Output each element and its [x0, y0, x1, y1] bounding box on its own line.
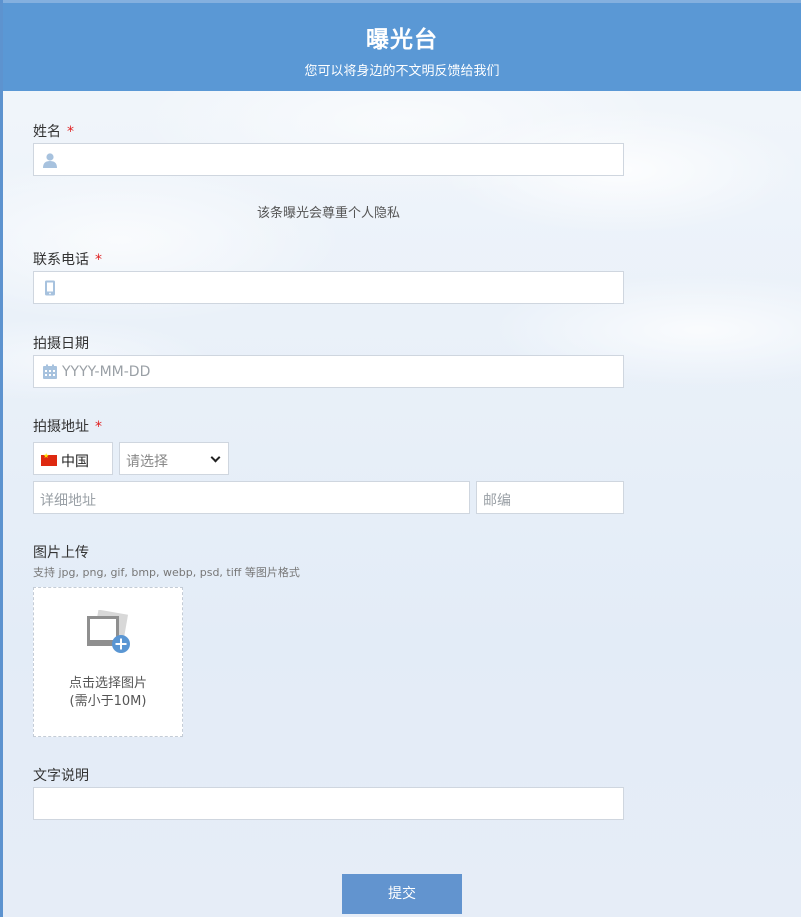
address-label-text: 拍摄地址 [33, 419, 89, 435]
phone-label: 联系电话 * [33, 249, 102, 269]
image-upload-button[interactable]: 点击选择图片 (需小于10M) [33, 587, 183, 737]
required-mark: * [67, 124, 74, 140]
phone-label-text: 联系电话 [33, 252, 89, 268]
country-name: 中国 [61, 454, 89, 470]
upload-label: 图片上传 [33, 545, 89, 561]
region-select-value: 请选择 [126, 454, 168, 470]
country-selector[interactable]: 中国 [33, 442, 113, 475]
upload-size-limit: (需小于10M) [69, 694, 147, 709]
date-placeholder: YYYY-MM-DD [62, 364, 151, 380]
chevron-down-icon [210, 452, 221, 463]
detail-address-placeholder: 详细地址 [40, 493, 96, 509]
name-input[interactable] [33, 143, 624, 176]
address-label: 拍摄地址 * [33, 416, 102, 436]
calendar-icon [42, 364, 58, 380]
page-title: 曝光台 [366, 27, 438, 53]
postcode-input[interactable]: 邮编 [476, 481, 624, 514]
required-mark: * [95, 419, 102, 435]
description-label: 文字说明 [33, 768, 89, 784]
mobile-phone-icon [42, 280, 58, 296]
page-subtitle: 您可以将身边的不文明反馈给我们 [304, 64, 500, 79]
date-input[interactable]: YYYY-MM-DD [33, 355, 624, 388]
postcode-placeholder: 邮编 [483, 493, 511, 509]
privacy-note: 该条曝光会尊重个人隐私 [256, 206, 400, 221]
date-label: 拍摄日期 [33, 336, 89, 352]
user-icon [42, 152, 58, 168]
upload-format-note: 支持 jpg, png, gif, bmp, webp, psd, tiff 等… [33, 566, 300, 579]
description-input[interactable] [33, 787, 624, 820]
phone-input[interactable] [33, 271, 624, 304]
left-edge [0, 0, 3, 917]
name-label-text: 姓名 [33, 124, 61, 140]
upload-text: 点击选择图片 [68, 676, 147, 691]
page-header: 曝光台 您可以将身边的不文明反馈给我们 [3, 3, 801, 91]
detail-address-input[interactable]: 详细地址 [33, 481, 470, 514]
region-select[interactable]: 请选择 [119, 442, 229, 475]
name-label: 姓名 * [33, 121, 74, 141]
required-mark: * [95, 252, 102, 268]
china-flag-icon [41, 452, 57, 466]
submit-button[interactable]: 提交 [342, 874, 462, 914]
add-image-icon [84, 609, 132, 654]
